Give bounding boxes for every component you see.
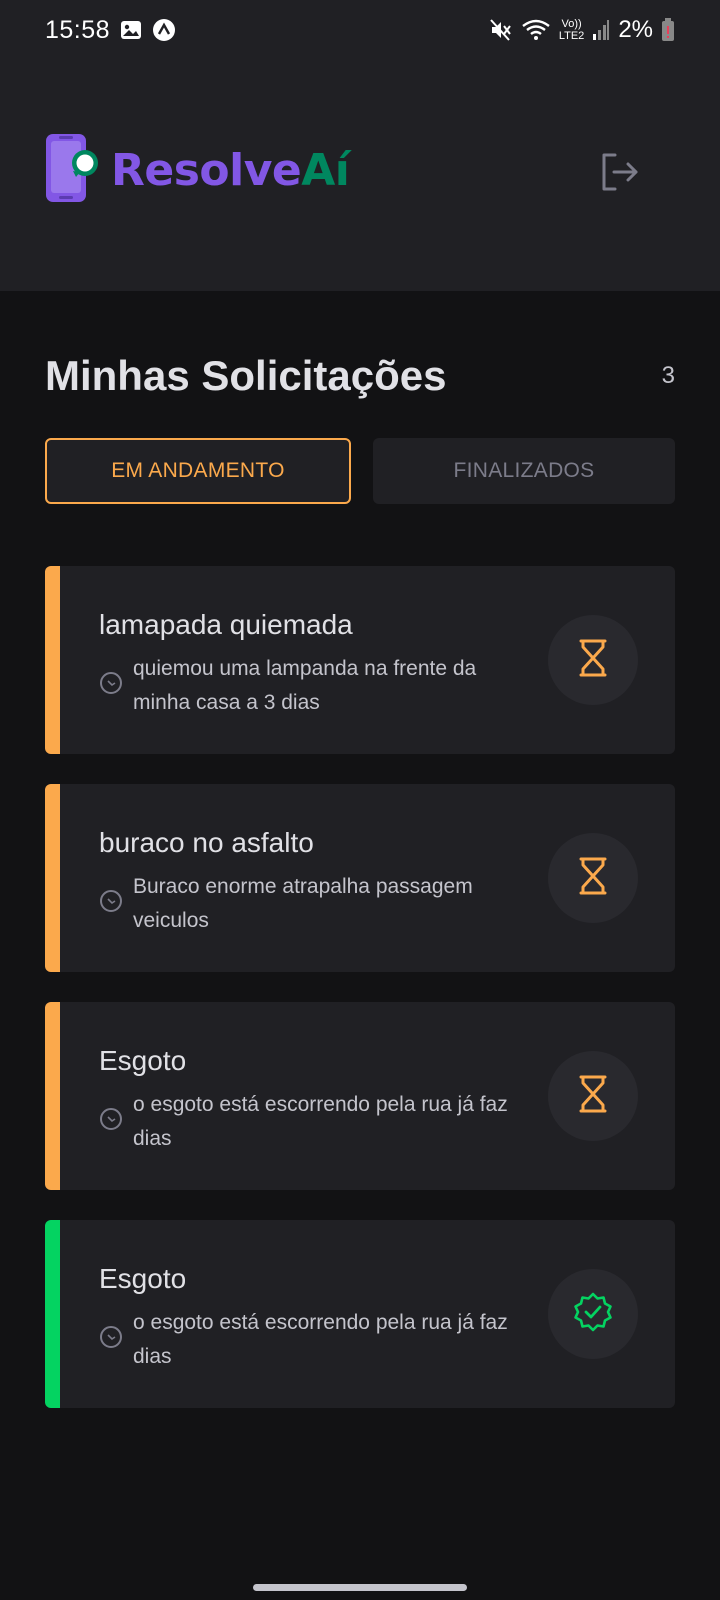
- status-indicator: [548, 1051, 638, 1141]
- filter-tabs: EM ANDAMENTO FINALIZADOS: [45, 438, 675, 504]
- request-description: Buraco enorme atrapalha passagem veiculo…: [133, 875, 473, 932]
- logout-icon: [598, 153, 642, 198]
- status-accent-bar: [45, 1002, 60, 1190]
- request-title: lamapada quiemada: [99, 609, 353, 640]
- image-icon: [120, 20, 142, 40]
- app-name-part1: Resolve: [111, 145, 302, 196]
- status-indicator: [548, 615, 638, 705]
- clock-icon: [99, 1107, 123, 1142]
- app-name: ResolveAí: [111, 145, 350, 196]
- volte-label: Vo)) LTE2: [559, 18, 584, 42]
- volte-text: Vo)): [561, 18, 582, 30]
- request-description-row: o esgoto está escorrendo pela rua já faz…: [99, 1306, 519, 1374]
- tab-label: EM ANDAMENTO: [111, 459, 285, 482]
- tab-finalizados[interactable]: FINALIZADOS: [373, 438, 675, 504]
- tab-label: FINALIZADOS: [453, 459, 595, 482]
- logout-button[interactable]: [598, 150, 642, 194]
- home-gesture-bar[interactable]: [253, 1584, 467, 1591]
- signal-icon: [592, 19, 610, 41]
- request-description-row: o esgoto está escorrendo pela rua já faz…: [99, 1088, 519, 1156]
- request-card[interactable]: lamapada quiemada quiemou uma lampanda n…: [45, 566, 675, 754]
- status-accent-bar: [45, 1220, 60, 1408]
- hourglass-icon: [578, 857, 608, 900]
- request-count: 3: [661, 362, 675, 389]
- mute-icon: [489, 18, 513, 42]
- title-row: Minhas Solicitações 3: [45, 352, 675, 400]
- clock-icon: [99, 889, 123, 924]
- clock-icon: [99, 1325, 123, 1360]
- request-title: Esgoto: [99, 1045, 187, 1076]
- request-description: quiemou uma lampanda na frente da minha …: [133, 657, 477, 714]
- wifi-icon: [521, 18, 551, 42]
- hourglass-icon: [578, 639, 608, 682]
- app-name-part2: Aí: [301, 145, 350, 196]
- status-bar: 15:58 Vo)) LTE2 2%: [0, 0, 720, 60]
- battery-icon: [661, 18, 675, 42]
- network-text: LTE2: [558, 30, 585, 42]
- request-description: o esgoto está escorrendo pela rua já faz…: [133, 1093, 508, 1150]
- battery-text: 2%: [618, 16, 653, 43]
- phone-chat-icon: [45, 133, 99, 208]
- tab-em-andamento[interactable]: EM ANDAMENTO: [45, 438, 351, 504]
- request-description-row: Buraco enorme atrapalha passagem veiculo…: [99, 870, 519, 938]
- status-accent-bar: [45, 566, 60, 754]
- hourglass-icon: [578, 1075, 608, 1118]
- app-logo: ResolveAí: [45, 133, 350, 208]
- status-time: 15:58: [45, 15, 111, 44]
- request-description-row: quiemou uma lampanda na frente da minha …: [99, 652, 519, 720]
- request-title: buraco no asfalto: [99, 827, 314, 858]
- status-accent-bar: [45, 784, 60, 972]
- clock-icon: [99, 671, 123, 706]
- request-description: o esgoto está escorrendo pela rua já faz…: [133, 1311, 508, 1368]
- check-badge-icon: [572, 1291, 614, 1338]
- request-card[interactable]: Esgoto o esgoto está escorrendo pela rua…: [45, 1220, 675, 1408]
- status-indicator: [548, 833, 638, 923]
- page-title: Minhas Solicitações: [45, 352, 447, 399]
- request-card[interactable]: buraco no asfalto Buraco enorme atrapalh…: [45, 784, 675, 972]
- app-header: ResolveAí: [0, 60, 720, 291]
- request-card[interactable]: Esgoto o esgoto está escorrendo pela rua…: [45, 1002, 675, 1190]
- request-title: Esgoto: [99, 1263, 187, 1294]
- status-indicator: [548, 1269, 638, 1359]
- app-notification-icon: [152, 18, 176, 42]
